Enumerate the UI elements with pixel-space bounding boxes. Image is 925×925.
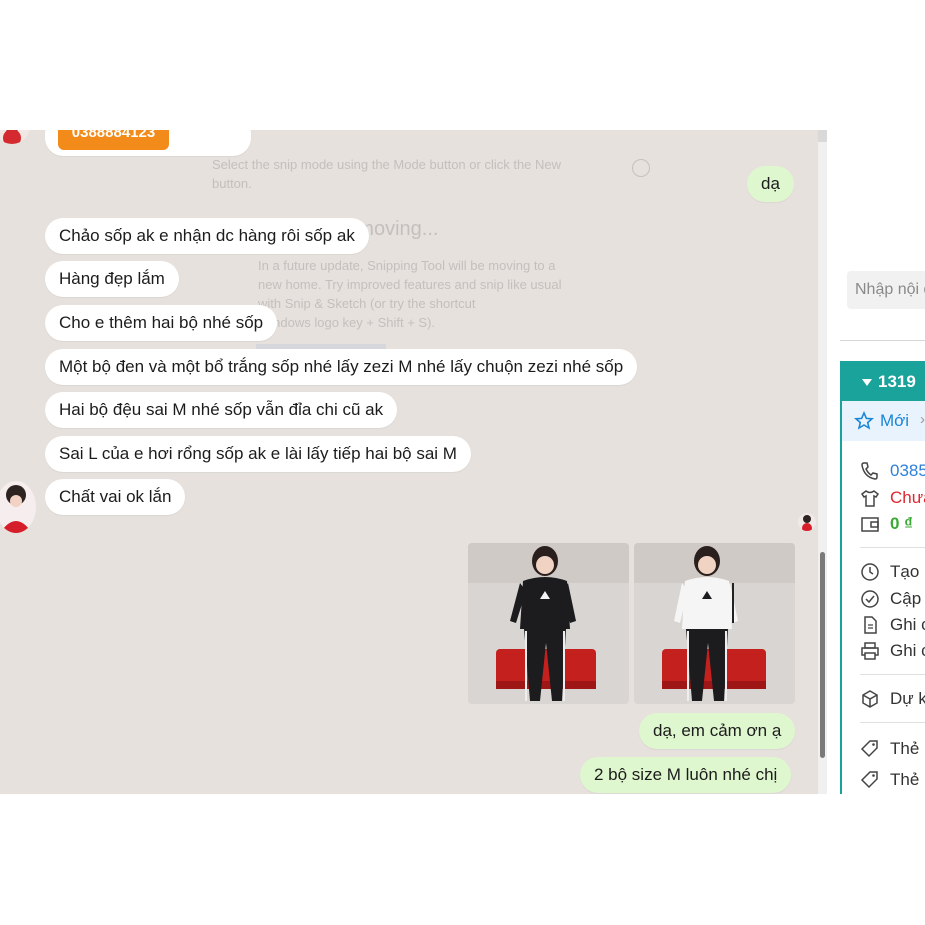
tag-icon bbox=[860, 771, 878, 789]
chat-scrollbar-thumb[interactable] bbox=[820, 552, 825, 758]
panel-divider bbox=[840, 340, 925, 341]
phone-number-tag[interactable]: 0388884123 bbox=[58, 130, 169, 150]
box-icon bbox=[862, 690, 878, 708]
ghost-line1: Select the snip mode using the Mode butt… bbox=[212, 157, 562, 172]
chat-conversation[interactable]: Select the snip mode using the Mode butt… bbox=[0, 130, 818, 794]
order-card-header[interactable]: 1319 bbox=[840, 361, 925, 401]
row-divider bbox=[860, 547, 925, 548]
check-circle-icon bbox=[861, 590, 879, 608]
message-bubble-incoming: Cho e thêm hai bộ nhé sốp bbox=[45, 305, 278, 341]
message-bubble-incoming: Một bộ đen và một bổ trắng sốp nhé lấy z… bbox=[45, 349, 638, 385]
tag-icon bbox=[860, 740, 878, 758]
row-divider bbox=[860, 674, 925, 675]
seen-avatar bbox=[798, 513, 816, 531]
star-icon bbox=[854, 411, 874, 430]
ghost-body3: with Snip & Sketch (or try the shortcut bbox=[258, 296, 476, 311]
shirt-icon bbox=[860, 490, 880, 507]
scrollbar-arrow-up[interactable] bbox=[818, 130, 827, 142]
caret-down-icon bbox=[862, 379, 872, 386]
order-number: 1319 bbox=[878, 372, 916, 391]
ghost-body1: In a future update, Snipping Tool will b… bbox=[258, 258, 556, 273]
printer-icon bbox=[861, 642, 879, 660]
ghost-body4: Windows logo key + Shift + S). bbox=[258, 315, 436, 330]
screenshot: Select the snip mode using the Mode butt… bbox=[0, 130, 925, 794]
message-bubble-outgoing: 2 bộ size M luôn nhé chị bbox=[580, 757, 792, 793]
help-icon bbox=[632, 159, 650, 177]
ghost-body2: new home. Try improved features and snip… bbox=[258, 277, 562, 292]
status-tab-new[interactable]: Mới bbox=[880, 411, 909, 431]
snipping-tool-ghost: Select the snip mode using the Mode butt… bbox=[202, 130, 658, 385]
message-bubble-incoming: Chảo sốp ak e nhận dc hàng rôi sốp ak bbox=[45, 218, 369, 254]
customer-avatar[interactable] bbox=[0, 481, 36, 533]
message-bubble-outgoing: dạ, em cảm ơn ạ bbox=[639, 713, 796, 749]
document-icon bbox=[864, 616, 877, 634]
customer-avatar-top bbox=[0, 130, 30, 144]
bottom-margin bbox=[0, 794, 925, 925]
clock-icon bbox=[861, 563, 879, 581]
phone-icon bbox=[861, 462, 878, 480]
message-bubble-incoming: Sai L của e hơi rổng sốp ak e lài lấy ti… bbox=[45, 436, 471, 472]
search-input[interactable]: Nhập nội dung bbox=[847, 271, 925, 309]
message-bubble-incoming: Hàng đẹp lắm bbox=[45, 261, 179, 297]
message-bubble-outgoing: dạ bbox=[747, 166, 794, 202]
wallet-icon bbox=[861, 517, 879, 532]
chevron-right-icon: › bbox=[920, 411, 925, 428]
row-divider bbox=[860, 722, 925, 723]
message-bubble-incoming: Hai bộ đệu sai M nhé sốp vẫn đỉa chi cũ … bbox=[45, 392, 398, 428]
ghost-line2: button. bbox=[212, 176, 252, 191]
product-photo-black[interactable] bbox=[468, 543, 629, 704]
product-photo-white[interactable] bbox=[634, 543, 795, 704]
order-status-bar: Mới › bbox=[842, 401, 925, 441]
message-bubble-incoming: Chất vai ok lắn bbox=[45, 479, 186, 515]
